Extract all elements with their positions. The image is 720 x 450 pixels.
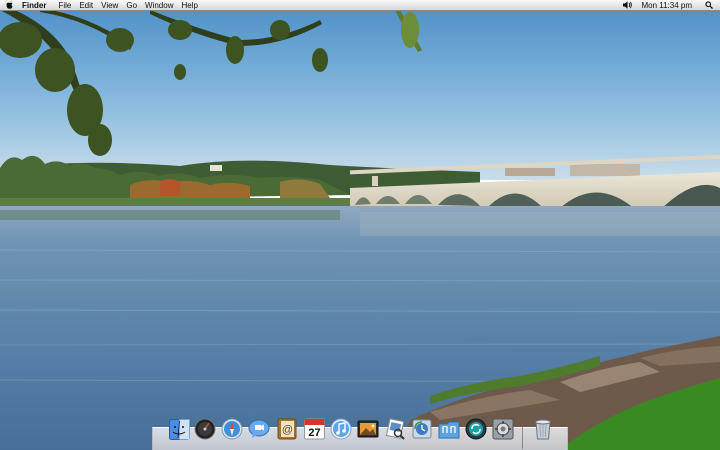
dock-iphoto[interactable]	[357, 418, 379, 440]
menu-app-name[interactable]: Finder	[22, 1, 46, 10]
apple-menu[interactable]	[0, 0, 20, 12]
dock-finder[interactable]	[168, 418, 190, 440]
menu-edit[interactable]: Edit	[79, 1, 93, 10]
svg-text:@: @	[282, 424, 293, 436]
dock-divider	[522, 427, 523, 449]
sync-icon	[465, 418, 487, 440]
menu-file[interactable]: File	[58, 1, 71, 10]
dock-itunes[interactable]	[330, 418, 352, 440]
ichat-icon	[248, 418, 270, 440]
menu-bar: Finder File Edit View Go Window Help Mon…	[0, 0, 720, 11]
itunes-icon	[330, 418, 352, 440]
system-preferences-icon	[492, 418, 514, 440]
desktop-wallpaper	[0, 0, 720, 450]
finder-icon	[168, 418, 190, 440]
time-machine-icon	[411, 418, 433, 440]
ical-icon: 27	[303, 418, 325, 440]
menu-view[interactable]: View	[101, 1, 118, 10]
safari-icon	[221, 418, 243, 440]
preview-icon	[384, 418, 406, 440]
spotlight-icon[interactable]	[702, 1, 716, 9]
menu-clock[interactable]: Mon 11:34 pm	[641, 1, 692, 10]
applications-icon	[438, 418, 460, 440]
menu-window[interactable]: Window	[145, 1, 173, 10]
dock-address-book[interactable]: @	[276, 418, 298, 440]
dock-preview[interactable]	[384, 418, 406, 440]
iphoto-icon	[357, 418, 379, 440]
dashboard-icon	[194, 418, 216, 440]
dock-trash[interactable]	[532, 418, 554, 440]
menu-help[interactable]: Help	[181, 1, 197, 10]
ical-date: 27	[308, 427, 320, 439]
dock-safari[interactable]	[221, 418, 243, 440]
trash-icon	[533, 418, 553, 440]
dock-ical[interactable]: 27	[303, 418, 325, 440]
dock-sync[interactable]	[465, 418, 487, 440]
volume-icon[interactable]	[623, 1, 633, 9]
apple-icon	[6, 0, 14, 11]
dock-ichat[interactable]	[248, 418, 270, 440]
menu-go[interactable]: Go	[126, 1, 137, 10]
dock-applications[interactable]	[438, 418, 460, 440]
status-area: Mon 11:34 pm	[623, 0, 720, 11]
address-book-icon: @	[277, 418, 297, 440]
dock-system-preferences[interactable]	[492, 418, 514, 440]
dock-dashboard[interactable]	[194, 418, 216, 440]
dock-time-machine[interactable]	[411, 418, 433, 440]
